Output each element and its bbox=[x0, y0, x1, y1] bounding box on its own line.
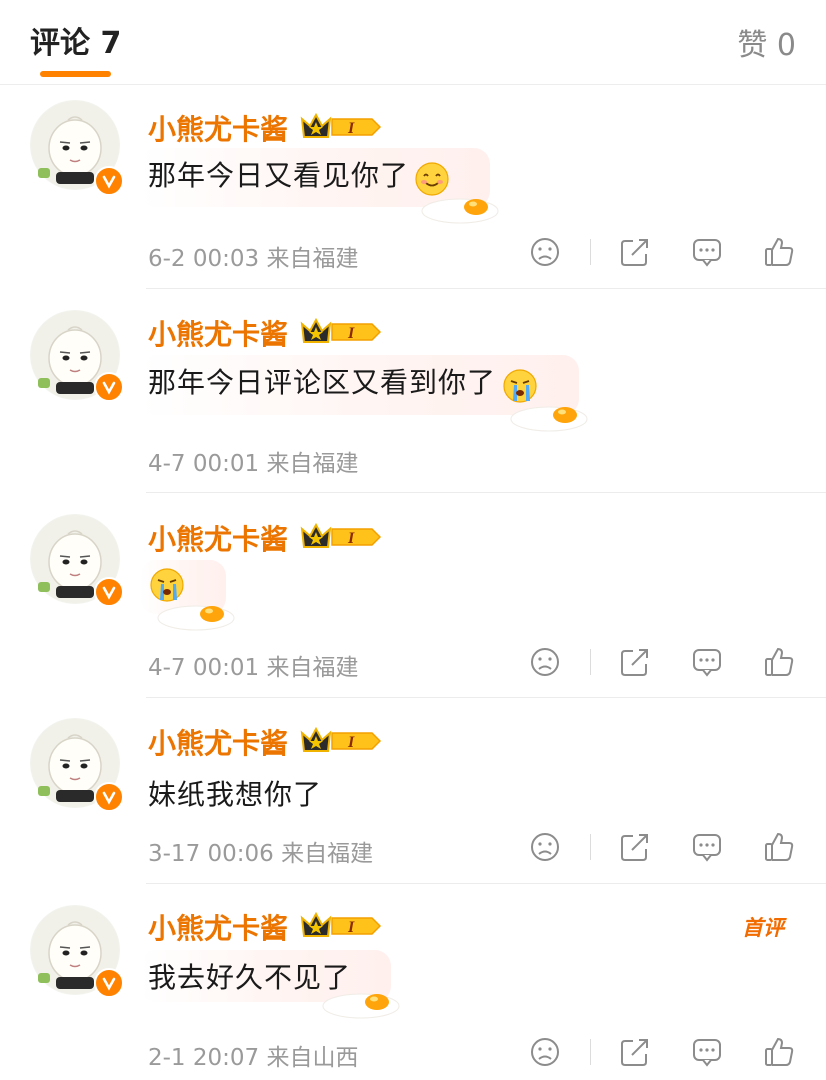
crown-level-badge-icon: I bbox=[300, 522, 382, 548]
like-icon[interactable] bbox=[762, 235, 796, 269]
divider bbox=[146, 492, 826, 493]
dislike-icon[interactable] bbox=[528, 830, 562, 864]
comment-icon[interactable] bbox=[690, 830, 724, 864]
comment-icon[interactable] bbox=[690, 235, 724, 269]
svg-text:I: I bbox=[347, 325, 355, 342]
share-icon[interactable] bbox=[618, 830, 652, 864]
comment-tabs: 评论 7 赞 0 bbox=[0, 0, 826, 85]
comment-bubble: 妹纸我想你了 bbox=[140, 767, 362, 819]
share-icon[interactable] bbox=[618, 235, 652, 269]
divider bbox=[146, 883, 826, 884]
comment-meta: 3-17 00:06 来自福建 bbox=[148, 841, 374, 867]
comment-meta: 4-7 00:01 来自福建 bbox=[148, 451, 359, 477]
divider bbox=[146, 288, 826, 289]
action-separator bbox=[590, 649, 591, 675]
comment-bubble: 那年今日又看见你了 bbox=[140, 148, 499, 223]
share-icon[interactable] bbox=[618, 645, 652, 679]
like-icon[interactable] bbox=[762, 1035, 796, 1069]
share-icon[interactable] bbox=[618, 1035, 652, 1069]
crown-level-badge-icon: I bbox=[300, 112, 382, 138]
verified-badge-icon bbox=[94, 968, 124, 998]
fried-egg-icon bbox=[421, 198, 499, 223]
comment-bubble: 我去好久不见了 bbox=[140, 950, 400, 1019]
crown-level-badge-icon: I bbox=[300, 726, 382, 752]
svg-text:I: I bbox=[347, 530, 355, 547]
comment-actions bbox=[528, 645, 798, 679]
comment-content: 我去好久不见了 bbox=[140, 950, 400, 1019]
verified-badge-icon bbox=[94, 577, 124, 607]
comment-actions bbox=[528, 830, 798, 864]
author-name[interactable]: 小熊尤卡酱 bbox=[148, 313, 288, 353]
comment-content: 妹纸我想你了 bbox=[140, 767, 362, 819]
author-name[interactable]: 小熊尤卡酱 bbox=[148, 108, 288, 148]
comment-actions bbox=[528, 1035, 798, 1069]
comment-meta: 6-2 00:03 来自福建 bbox=[148, 246, 359, 272]
like-icon[interactable] bbox=[762, 645, 796, 679]
action-separator bbox=[590, 239, 591, 265]
comment-content: 那年今日评论区又看到你了 bbox=[140, 355, 588, 431]
comment-icon[interactable] bbox=[690, 645, 724, 679]
comment-bubble bbox=[140, 560, 235, 631]
action-separator bbox=[590, 1039, 591, 1065]
comment-content: 那年今日又看见你了 bbox=[140, 148, 499, 223]
comment-actions bbox=[528, 235, 798, 269]
comment-meta: 2-1 20:07 来自山西 bbox=[148, 1045, 359, 1071]
fried-egg-icon bbox=[157, 605, 235, 631]
svg-text:I: I bbox=[347, 734, 355, 751]
comment-bubble: 那年今日评论区又看到你了 bbox=[140, 355, 588, 431]
comment-icon[interactable] bbox=[690, 1035, 724, 1069]
verified-badge-icon bbox=[94, 782, 124, 812]
dislike-icon[interactable] bbox=[528, 1035, 562, 1069]
author-name[interactable]: 小熊尤卡酱 bbox=[148, 722, 288, 762]
svg-text:I: I bbox=[347, 919, 355, 936]
verified-badge-icon bbox=[94, 372, 124, 402]
crown-level-badge-icon: I bbox=[300, 911, 382, 937]
comment-text: 那年今日评论区又看到你了 bbox=[148, 366, 497, 399]
dislike-icon[interactable] bbox=[528, 235, 562, 269]
svg-text:I: I bbox=[347, 120, 355, 137]
comment-meta: 4-7 00:01 来自福建 bbox=[148, 655, 359, 681]
verified-badge-icon bbox=[94, 166, 124, 196]
author-name[interactable]: 小熊尤卡酱 bbox=[148, 518, 288, 558]
first-comment-tag: 首评 bbox=[742, 916, 784, 940]
tab-likes[interactable]: 赞 0 bbox=[737, 20, 796, 64]
comment-text: 那年今日又看见你了 bbox=[148, 159, 410, 192]
active-tab-indicator bbox=[40, 71, 111, 77]
fried-egg-icon bbox=[510, 406, 588, 431]
comment-content bbox=[140, 560, 235, 631]
author-name[interactable]: 小熊尤卡酱 bbox=[148, 907, 288, 947]
tab-comments[interactable]: 评论 7 bbox=[30, 18, 121, 62]
action-separator bbox=[590, 834, 591, 860]
divider bbox=[146, 697, 826, 698]
fried-egg-icon bbox=[322, 993, 400, 1019]
crown-level-badge-icon: I bbox=[300, 317, 382, 343]
like-icon[interactable] bbox=[762, 830, 796, 864]
comment-text: 妹纸我想你了 bbox=[148, 778, 323, 811]
dislike-icon[interactable] bbox=[528, 645, 562, 679]
